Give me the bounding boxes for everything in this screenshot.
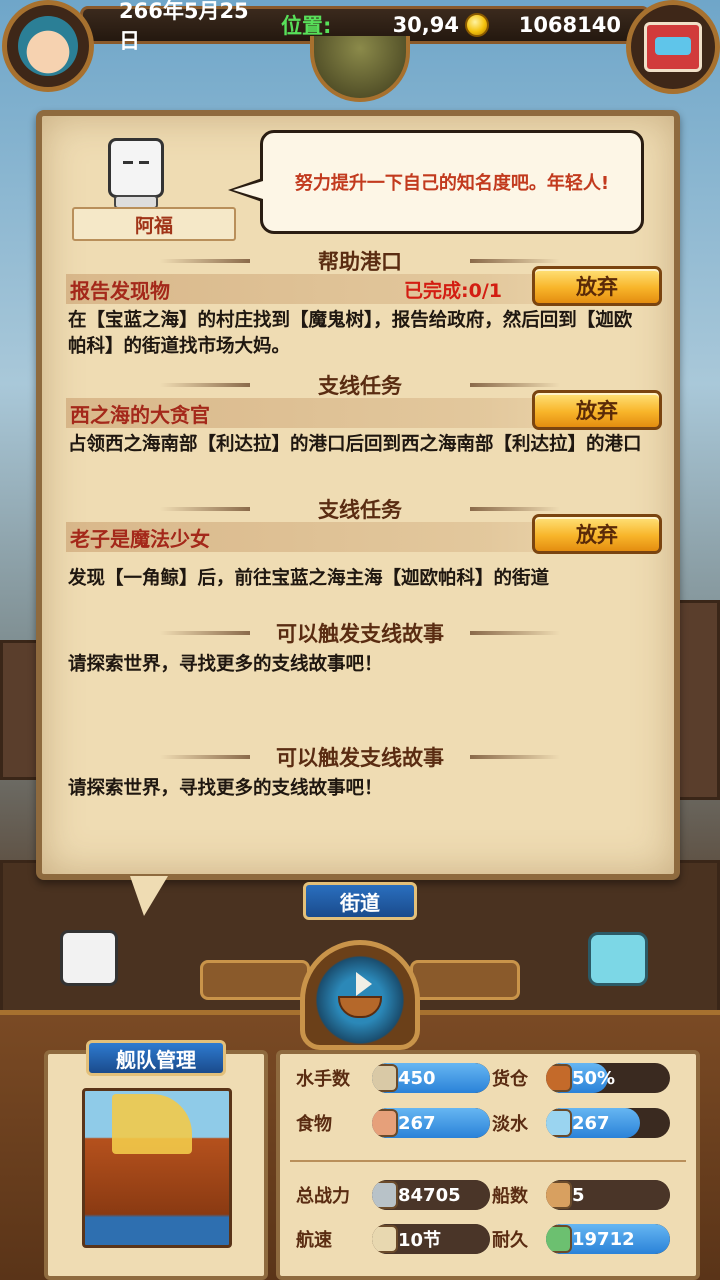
durability-value: 19712 xyxy=(572,1228,635,1250)
speed-bar: 10节 xyxy=(372,1224,490,1254)
quest-description: 发现【一角鲸】后，前往宝蓝之海主海【迦欧帕科】的街道 xyxy=(68,568,550,589)
npc-name: 阿福 xyxy=(72,207,236,241)
quest-description: 在【宝蓝之海】的村庄找到【魔鬼树】，报告给政府，然后回到【迦欧帕科】的街道找市场… xyxy=(68,310,633,357)
ornament xyxy=(470,507,560,511)
section-title: 支线任务 xyxy=(318,374,402,398)
ornament xyxy=(470,259,560,263)
crossed-swords-icon xyxy=(372,1181,398,1209)
sailors-value: 450 xyxy=(398,1067,436,1089)
ships-value: 5 xyxy=(572,1184,585,1206)
sailors-bar: 450 xyxy=(372,1063,490,1093)
cargo-crate-icon xyxy=(546,1064,572,1092)
quest-title: 老子是魔法少女 xyxy=(70,526,210,551)
trigger-description: 请探索世界，寻找更多的支线故事吧！ xyxy=(68,654,383,675)
power-label: 总战力 xyxy=(296,1186,350,1207)
trigger-description: 请探索世界，寻找更多的支线故事吧！ xyxy=(68,778,383,799)
section-header: 帮助港口 xyxy=(150,244,570,278)
sail-speed-icon xyxy=(372,1225,398,1253)
dock-arm-left xyxy=(200,960,310,1000)
food-value: 267 xyxy=(398,1112,436,1134)
npc-portrait-icon xyxy=(108,138,164,198)
quest-title: 报告发现物 xyxy=(70,278,170,303)
position-value: 30,94 xyxy=(392,13,459,37)
game-date: 266年5月25日 xyxy=(119,0,249,53)
sailors-label: 水手数 xyxy=(296,1069,350,1090)
section-title: 帮助港口 xyxy=(318,250,402,274)
sailor-icon xyxy=(372,1064,398,1092)
power-bar: 84705 xyxy=(372,1180,490,1210)
location-street-button[interactable]: 街道 xyxy=(303,882,417,920)
world-map-globe-icon[interactable] xyxy=(310,36,410,102)
cargo-value: 50% xyxy=(572,1067,616,1089)
quest-title: 西之海的大贪官 xyxy=(70,402,210,427)
ornament xyxy=(470,383,560,387)
power-value: 84705 xyxy=(398,1184,461,1206)
ship-icon xyxy=(338,972,382,1018)
abandon-quest-button[interactable]: 放弃 xyxy=(532,514,662,554)
ornament xyxy=(470,755,560,759)
npc-speech-bubble: 努力提升一下自己的知名度吧。年轻人! xyxy=(260,130,644,234)
water-bar: 267 xyxy=(546,1108,670,1138)
food-label: 食物 xyxy=(296,1114,332,1135)
water-bottle-icon xyxy=(546,1109,572,1137)
ornament xyxy=(160,259,250,263)
treasure-chest-icon xyxy=(644,22,702,72)
ship-count-icon xyxy=(546,1181,572,1209)
ornament xyxy=(160,631,250,635)
cat-character-icon xyxy=(588,932,648,986)
panel-tail xyxy=(130,876,168,916)
ornament xyxy=(470,631,560,635)
gold-amount: 1068140 xyxy=(518,13,621,37)
meat-icon xyxy=(372,1109,398,1137)
gold-coin-icon xyxy=(465,13,489,37)
section-header: 支线任务 xyxy=(150,368,570,402)
section-header: 可以触发支线故事 xyxy=(150,616,570,650)
speed-label: 航速 xyxy=(296,1230,332,1251)
abandon-quest-button[interactable]: 放弃 xyxy=(532,266,662,306)
stats-divider xyxy=(290,1160,686,1162)
abandon-quest-button[interactable]: 放弃 xyxy=(532,390,662,430)
quest-progress: 已完成:0/1 xyxy=(404,279,502,302)
food-bar: 267 xyxy=(372,1108,490,1138)
cargo-bar: 50% xyxy=(546,1063,670,1093)
section-header: 可以触发支线故事 xyxy=(150,740,570,774)
hull-durability-icon xyxy=(546,1225,572,1253)
water-value: 267 xyxy=(572,1112,610,1134)
speed-value: 10节 xyxy=(398,1230,442,1251)
section-title: 可以触发支线故事 xyxy=(276,746,444,770)
section-title: 支线任务 xyxy=(318,498,402,522)
ships-bar: 5 xyxy=(546,1180,670,1210)
quest-description: 占领西之海南部【利达拉】的港口后回到西之海南部【利达拉】的港口 xyxy=(68,434,642,455)
section-title: 可以触发支线故事 xyxy=(276,622,444,646)
set-sail-button[interactable] xyxy=(300,940,420,1050)
fleet-management-button[interactable]: 舰队管理 xyxy=(86,1040,226,1076)
durability-bar: 19712 xyxy=(546,1224,670,1254)
ornament xyxy=(160,507,250,511)
npc-character-icon xyxy=(60,930,118,986)
player-avatar-icon xyxy=(18,16,78,76)
treasure-chest-button[interactable] xyxy=(626,0,720,94)
dock-arm-right xyxy=(410,960,520,1000)
speech-tail-inner xyxy=(233,181,263,199)
section-header: 支线任务 xyxy=(150,492,570,526)
ornament xyxy=(160,383,250,387)
ornament xyxy=(160,755,250,759)
player-avatar-button[interactable] xyxy=(2,0,94,92)
